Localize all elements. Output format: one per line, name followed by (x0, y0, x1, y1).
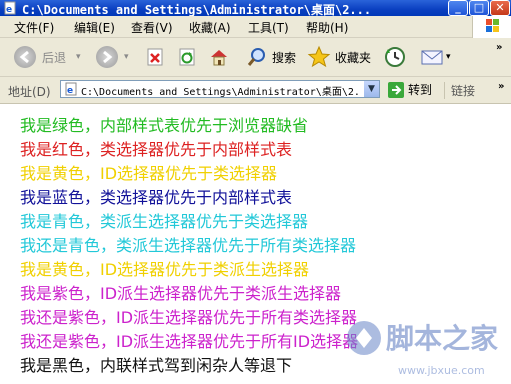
content-line: 我是黑色，内联样式驾到闲杂人等退下 (20, 356, 293, 375)
menu-view[interactable]: 查看(V) (131, 19, 173, 36)
address-value: C:\Documents and Settings\Administrator\… (81, 87, 359, 98)
history-button[interactable] (383, 44, 407, 70)
back-dropdown-icon[interactable]: ▾ (76, 52, 81, 62)
content-line: 我还是紫色，ID派生选择器优先于所有类选择器 (20, 308, 358, 327)
links-button[interactable]: 链接 (444, 82, 475, 99)
close-button[interactable]: ✕ (490, 0, 510, 16)
minimize-button[interactable]: _ (448, 0, 468, 16)
forward-button[interactable]: ▾ (96, 44, 129, 70)
back-label: 后退 (42, 50, 67, 65)
ie-page-icon: e (4, 1, 16, 15)
menu-edit[interactable]: 编辑(E) (74, 19, 115, 36)
maximize-button[interactable]: □ (469, 0, 489, 16)
watermark-url: www.jbxue.com (398, 364, 485, 377)
menu-help[interactable]: 帮助(H) (306, 19, 348, 36)
content-line: 我是紫色，ID派生选择器优先于类派生选择器 (20, 284, 342, 303)
address-label: 地址(D) (8, 85, 51, 99)
stop-icon (147, 48, 163, 66)
windows-logo (472, 16, 511, 38)
go-arrow-icon (388, 81, 404, 98)
mail-button[interactable]: ▾ (420, 44, 451, 70)
address-dropdown-icon[interactable]: ▼ (364, 81, 379, 97)
menu-favorites[interactable]: 收藏(A) (189, 19, 231, 36)
address-bar: 地址(D) e C:\Documents and Settings\Admini… (0, 77, 511, 104)
history-icon (385, 47, 405, 67)
content-line: 我是蓝色，类选择器优先于内部样式表 (20, 188, 293, 207)
go-label: 转到 (408, 83, 433, 97)
watermark-logo: 脚本之家 www.jbxue.com (347, 321, 498, 377)
svg-text:e: e (67, 86, 73, 96)
search-icon (247, 48, 265, 66)
content-line: 我还是青色，类派生选择器优先于所有类选择器 (20, 236, 357, 255)
svg-text:e: e (6, 5, 12, 15)
refresh-icon (179, 48, 195, 66)
menu-tools[interactable]: 工具(T) (248, 19, 289, 36)
refresh-button[interactable] (177, 44, 197, 70)
star-icon (307, 45, 331, 68)
content-line: 我是黄色，ID选择器优先于类派生选择器 (20, 260, 310, 279)
links-overflow-icon[interactable]: » (498, 81, 504, 92)
toolbar: 后退 ▾ ▾ 搜索 收藏夹 ▾ » (0, 38, 511, 77)
favorites-button[interactable]: 收藏夹 (307, 44, 371, 70)
content-line: 我是绿色，内部样式表优先于浏览器缺省 (20, 116, 309, 135)
content-line: 我还是紫色，ID派生选择器优先于所有ID选择器 (20, 332, 359, 351)
go-button[interactable]: 转到 (388, 81, 432, 98)
menu-file[interactable]: 文件(F) (14, 19, 54, 36)
menu-bar: 文件(F) 编辑(E) 查看(V) 收藏(A) 工具(T) 帮助(H) (0, 16, 511, 38)
stop-button[interactable] (145, 44, 165, 70)
title-bar: e C:\Documents and Settings\Administrato… (0, 0, 511, 17)
content-line: 我是红色，类选择器优先于内部样式表 (20, 140, 293, 159)
search-label: 搜索 (272, 50, 297, 65)
content-line: 我是青色，类派生选择器优先于类选择器 (20, 212, 309, 231)
toolbar-overflow-icon[interactable]: » (496, 42, 502, 53)
windows-flag-icon (486, 19, 499, 32)
favorites-label: 收藏夹 (335, 50, 372, 65)
mail-icon (421, 50, 443, 65)
content-line: 我是黄色，ID选择器优先于类选择器 (20, 164, 278, 183)
address-input[interactable]: e C:\Documents and Settings\Administrato… (60, 80, 380, 98)
mail-dropdown-icon[interactable]: ▾ (446, 52, 451, 62)
back-arrow-icon (14, 46, 36, 68)
home-icon (211, 50, 227, 66)
home-button[interactable] (208, 44, 230, 70)
forward-arrow-icon (96, 46, 118, 68)
page-icon: e (65, 82, 77, 96)
back-button[interactable]: 后退 ▾ (14, 44, 81, 70)
search-button[interactable]: 搜索 (246, 44, 296, 70)
watermark-text: 脚本之家 (386, 322, 498, 355)
forward-dropdown-icon[interactable]: ▾ (124, 52, 129, 62)
